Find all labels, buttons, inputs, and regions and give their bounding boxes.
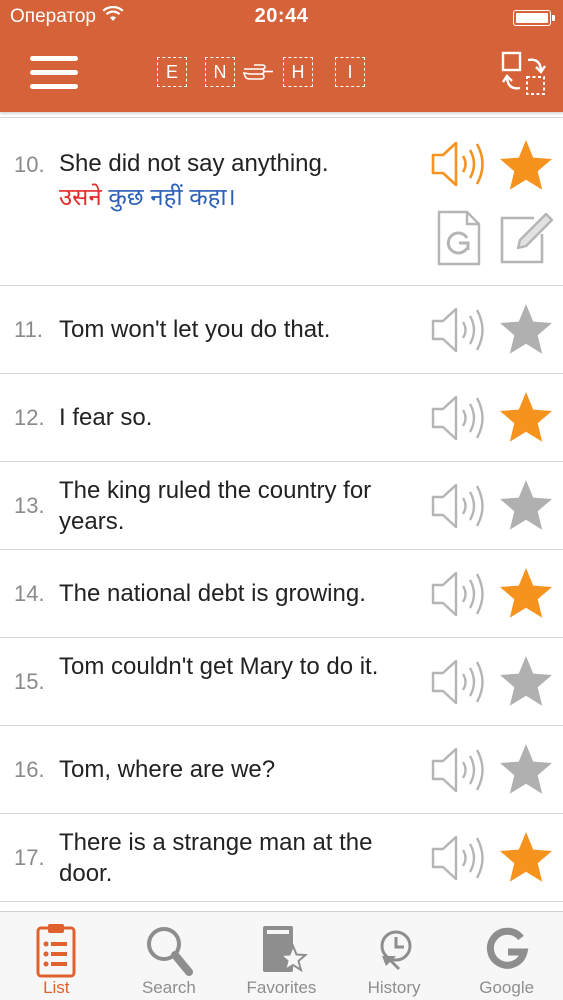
app-header: Оператор 20:44 E N H I	[0, 0, 563, 112]
item-text: I fear so.	[59, 404, 153, 431]
speaker-icon[interactable]	[430, 480, 488, 532]
item-number: 17.	[14, 845, 45, 870]
lang-source-1[interactable]: E	[157, 57, 187, 87]
item-text: The national debt is growing.	[59, 580, 366, 607]
favorite-star-icon[interactable]	[497, 566, 555, 622]
swap-layout-icon[interactable]	[500, 50, 548, 98]
clock-history-icon	[364, 922, 424, 978]
item-text: Tom couldn't get Mary to do it.	[59, 653, 379, 680]
lang-target-1[interactable]: H	[283, 57, 313, 87]
status-bar: Оператор 20:44	[0, 0, 563, 36]
tab-search[interactable]: Search	[113, 912, 226, 1000]
speaker-icon[interactable]	[430, 392, 488, 444]
sentence-list: 10. She did not say anything. उसने कुछ न…	[0, 117, 563, 902]
google-translate-icon[interactable]	[435, 210, 481, 266]
translation-rest: कुछ नहीं कहा।	[101, 184, 236, 211]
list-item[interactable]: 16. Tom, where are we?	[0, 726, 563, 814]
tab-label: Google	[479, 978, 535, 997]
favorite-star-icon[interactable]	[497, 302, 555, 358]
list-item[interactable]: 13. The king ruled the country for years…	[0, 462, 563, 550]
list-item[interactable]: 12. I fear so.	[0, 374, 563, 462]
clipboard-list-icon	[26, 922, 86, 978]
item-text: Tom, where are we?	[59, 756, 276, 783]
item-number: 15.	[14, 669, 45, 694]
speaker-icon[interactable]	[430, 744, 488, 796]
status-time: 20:44	[254, 5, 309, 27]
list-item[interactable]: 14. The national debt is growing.	[0, 550, 563, 638]
favorite-star-icon[interactable]	[497, 390, 555, 446]
lang-target-2[interactable]: I	[335, 57, 365, 87]
item-text: There is a strange man at the door.	[59, 829, 373, 887]
tab-label: Search	[141, 978, 196, 997]
item-number: 11.	[14, 317, 43, 342]
item-text: The king ruled the country for years.	[59, 477, 372, 535]
toolbar: E N H I	[0, 36, 563, 112]
sentence-english: She did not say anything.	[59, 150, 329, 177]
item-number: 10.	[14, 152, 45, 177]
item-text: She did not say anything. उसने कुछ नहीं …	[59, 148, 419, 215]
tab-bar: List Search Favorites History Google	[0, 911, 563, 1000]
item-text: Tom won't let you do that.	[59, 316, 331, 343]
lang-source-2[interactable]: N	[205, 57, 235, 87]
translation-highlight: उसने	[59, 184, 102, 211]
tab-label: History	[367, 978, 421, 997]
item-number: 16.	[14, 757, 45, 782]
tab-history[interactable]: History	[338, 912, 451, 1000]
magnifier-icon	[139, 922, 199, 978]
edit-note-icon[interactable]	[498, 212, 554, 266]
item-number: 13.	[14, 493, 45, 518]
speaker-icon[interactable]	[430, 656, 488, 708]
book-star-icon	[251, 922, 311, 978]
list-item[interactable]: 17. There is a strange man at the door.	[0, 814, 563, 902]
favorite-star-icon[interactable]	[497, 138, 555, 194]
list-item[interactable]: 11. Tom won't let you do that.	[0, 286, 563, 374]
item-number: 12.	[14, 405, 45, 430]
menu-icon[interactable]	[30, 56, 78, 90]
speaker-icon[interactable]	[430, 568, 488, 620]
list-item[interactable]: 15. Tom couldn't get Mary to do it.	[0, 638, 563, 726]
favorite-star-icon[interactable]	[497, 478, 555, 534]
google-g-icon	[477, 922, 537, 978]
tab-list[interactable]: List	[0, 912, 113, 1000]
favorite-star-icon[interactable]	[497, 742, 555, 798]
favorite-star-icon[interactable]	[497, 830, 555, 886]
language-selector: E N H I	[157, 57, 365, 87]
favorite-star-icon[interactable]	[497, 654, 555, 710]
tab-google[interactable]: Google	[450, 912, 563, 1000]
tab-label: List	[43, 978, 70, 997]
speaker-icon[interactable]	[430, 304, 488, 356]
battery-icon	[513, 10, 555, 26]
list-item[interactable]: 10. She did not say anything. उसने कुछ न…	[0, 117, 563, 286]
pointing-hand-icon[interactable]	[241, 57, 277, 87]
speaker-icon[interactable]	[430, 832, 488, 884]
tab-favorites[interactable]: Favorites	[225, 912, 338, 1000]
tab-label: Favorites	[246, 978, 317, 997]
sentence-translation: उसने कुछ नहीं कहा।	[59, 181, 419, 215]
speaker-icon[interactable]	[430, 138, 488, 190]
item-number: 14.	[14, 581, 45, 606]
